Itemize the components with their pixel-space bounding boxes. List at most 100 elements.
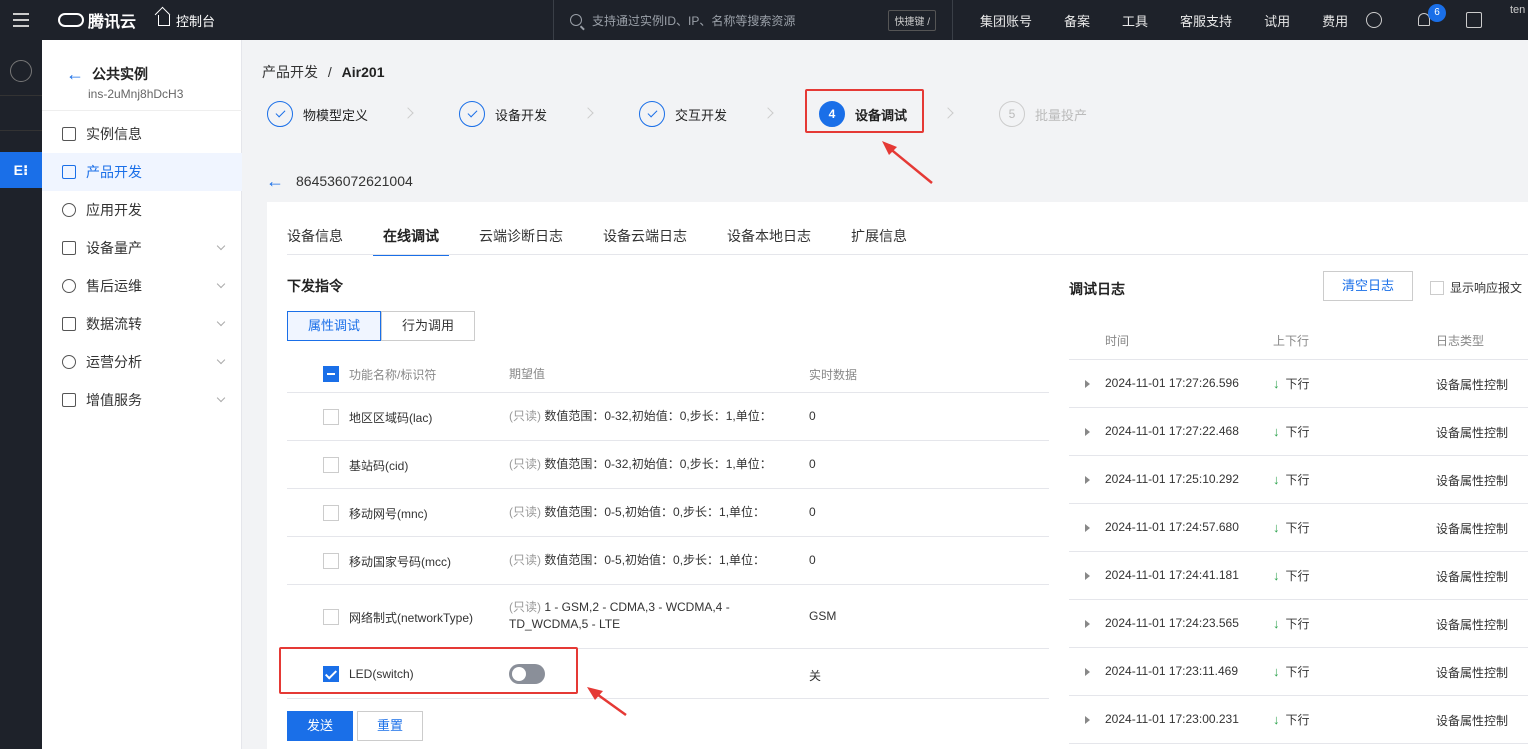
top-link-trial[interactable]: 试用 [1264,11,1290,30]
product-icon[interactable] [10,60,32,82]
row-checkbox[interactable] [323,409,339,425]
back-to-instances[interactable]: ← 公共实例 [66,64,148,84]
prop-name: 网络制式(networkType) [349,611,474,625]
step-label: 物模型定义 [303,107,369,123]
tab-extended-info[interactable]: 扩展信息 [851,226,907,254]
back-arrow-icon: ← [266,171,284,191]
log-row[interactable]: 2024-11-01 17:27:22.468 ↓ 下行 设备属性控制 [1069,408,1528,456]
home-icon [158,14,171,26]
sidebar-item-product-dev[interactable]: 产品开发 [42,153,242,191]
send-button[interactable]: 发送 [287,711,353,741]
prop-desc: 数值范围：0-5,初始值：0,步长：1,单位： [544,553,766,567]
iot-icon[interactable]: E⁝ [0,152,42,188]
sidebar-item-instance-info[interactable]: 实例信息 [42,115,242,153]
log-title: 调试日志 [1069,281,1125,297]
arrow-down-icon: ↓ [1273,712,1280,727]
mode-property-debug[interactable]: 属性调试 [287,311,382,341]
log-row[interactable]: 2024-11-01 17:25:10.292 ↓ 下行 设备属性控制 [1069,456,1528,504]
tab-device-info[interactable]: 设备信息 [287,226,343,254]
expand-icon[interactable] [1085,428,1090,436]
table-header: 功能名称/标识符 期望值 实时数据 [287,353,1049,393]
row-checkbox[interactable] [323,609,339,625]
sidebar-item-analytics[interactable]: 运营分析 [42,343,242,381]
shortcut-hint: 快捷键 / [888,10,936,31]
prop-value: 关 [809,669,822,683]
step-device-dev[interactable]: 设备开发 [459,92,547,136]
top-link-billing[interactable]: 费用 [1322,11,1348,30]
step-interaction-dev[interactable]: 交互开发 [639,92,727,136]
expand-icon[interactable] [1085,716,1090,724]
tab-online-debug[interactable]: 在线调试 [373,226,449,256]
step-mass-production[interactable]: 5 批量投产 [999,92,1087,136]
row-checkbox[interactable] [323,505,339,521]
sidebar-item-label: 增值服务 [86,392,142,408]
log-row[interactable]: 2024-11-01 17:24:57.680 ↓ 下行 设备属性控制 [1069,504,1528,552]
chevron-down-icon [216,393,226,403]
show-response-option[interactable]: 显示响应报文 [1430,279,1522,296]
mode-action-call[interactable]: 行为调用 [381,311,476,341]
log-time: 2024-11-01 17:24:23.565 [1105,616,1239,630]
header-realtime: 实时数据 [809,368,858,382]
sidebar-item-value-added[interactable]: 增值服务 [42,381,242,419]
device-id: 864536072621004 [296,173,413,189]
annotation-arrowhead [882,141,897,155]
expand-icon[interactable] [1085,524,1090,532]
sidebar-item-app-dev[interactable]: 应用开发 [42,191,242,229]
log-row[interactable]: 2024-11-01 17:24:23.565 ↓ 下行 设备属性控制 [1069,600,1528,648]
reset-button[interactable]: 重置 [357,711,423,741]
log-time: 2024-11-01 17:23:11.469 [1105,664,1239,678]
step-model-def[interactable]: 物模型定义 [267,92,368,136]
chip-icon [62,165,76,179]
icon-rail: E⁝ [0,40,42,749]
show-response-checkbox[interactable] [1430,280,1444,295]
expand-icon[interactable] [1085,476,1090,484]
breadcrumb-current: Air201 [341,64,385,80]
user-name[interactable]: ten [1510,4,1525,16]
tab-device-local-log[interactable]: 设备本地日志 [727,226,811,254]
sidebar-item-after-sales[interactable]: 售后运维 [42,267,242,305]
cart-icon[interactable] [1466,12,1482,28]
check-icon [639,101,665,127]
header-type: 日志类型 [1436,334,1485,348]
chevron-down-icon [216,317,226,327]
table-row: 移动网号(mnc) (只读) 数值范围：0-5,初始值：0,步长：1,单位： 0 [287,489,1049,537]
top-link-group-account[interactable]: 集团账号 [980,11,1032,30]
brand-logo[interactable]: 腾讯云 [58,8,136,32]
expand-icon[interactable] [1085,668,1090,676]
tab-cloud-diagnosis-log[interactable]: 云端诊断日志 [479,226,563,254]
console-link[interactable]: 控制台 [158,11,215,30]
tab-device-cloud-log[interactable]: 设备云端日志 [603,226,687,254]
row-checkbox[interactable] [323,553,339,569]
header-name: 功能名称/标识符 [349,368,437,382]
top-link-tools[interactable]: 工具 [1122,11,1148,30]
breadcrumb-parent[interactable]: 产品开发 [262,64,318,80]
log-type: 设备属性控制 [1436,474,1509,488]
prop-name: 地区区域码(lac) [349,411,433,425]
search-icon [570,14,582,26]
help-icon[interactable] [1366,12,1382,28]
clear-log-button[interactable]: 清空日志 [1323,271,1413,301]
direction-label: 下行 [1285,713,1310,727]
expand-icon[interactable] [1085,380,1090,388]
expand-icon[interactable] [1085,572,1090,580]
direction-label: 下行 [1285,569,1310,583]
row-checkbox[interactable] [323,457,339,473]
device-back[interactable]: ← 864536072621004 [266,172,413,190]
direction-label: 下行 [1285,473,1310,487]
select-all-checkbox[interactable] [323,366,339,382]
log-row[interactable]: 2024-11-01 17:23:11.469 ↓ 下行 设备属性控制 [1069,648,1528,696]
expand-icon[interactable] [1085,620,1090,628]
sidebar-item-data-flow[interactable]: 数据流转 [42,305,242,343]
log-row[interactable]: 2024-11-01 17:27:26.596 ↓ 下行 设备属性控制 [1069,360,1528,408]
table-row: 基站码(cid) (只读) 数值范围：0-32,初始值：0,步长：1,单位： 0 [287,441,1049,489]
global-search[interactable]: 支持通过实例ID、IP、名称等搜索资源 快捷键 / [553,0,953,40]
search-input[interactable]: 支持通过实例ID、IP、名称等搜索资源 [592,12,795,29]
menu-icon[interactable] [0,0,42,40]
log-row[interactable]: 2024-11-01 17:23:00.231 ↓ 下行 设备属性控制 [1069,696,1528,744]
top-link-support[interactable]: 客服支持 [1180,11,1232,30]
log-type: 设备属性控制 [1436,570,1509,584]
log-row[interactable]: 2024-11-01 17:24:41.181 ↓ 下行 设备属性控制 [1069,552,1528,600]
top-link-filing[interactable]: 备案 [1064,11,1090,30]
prop-expected: (只读) 数值范围：0-5,初始值：0,步长：1,单位： [509,552,779,569]
sidebar-item-mass-production[interactable]: 设备量产 [42,229,242,267]
